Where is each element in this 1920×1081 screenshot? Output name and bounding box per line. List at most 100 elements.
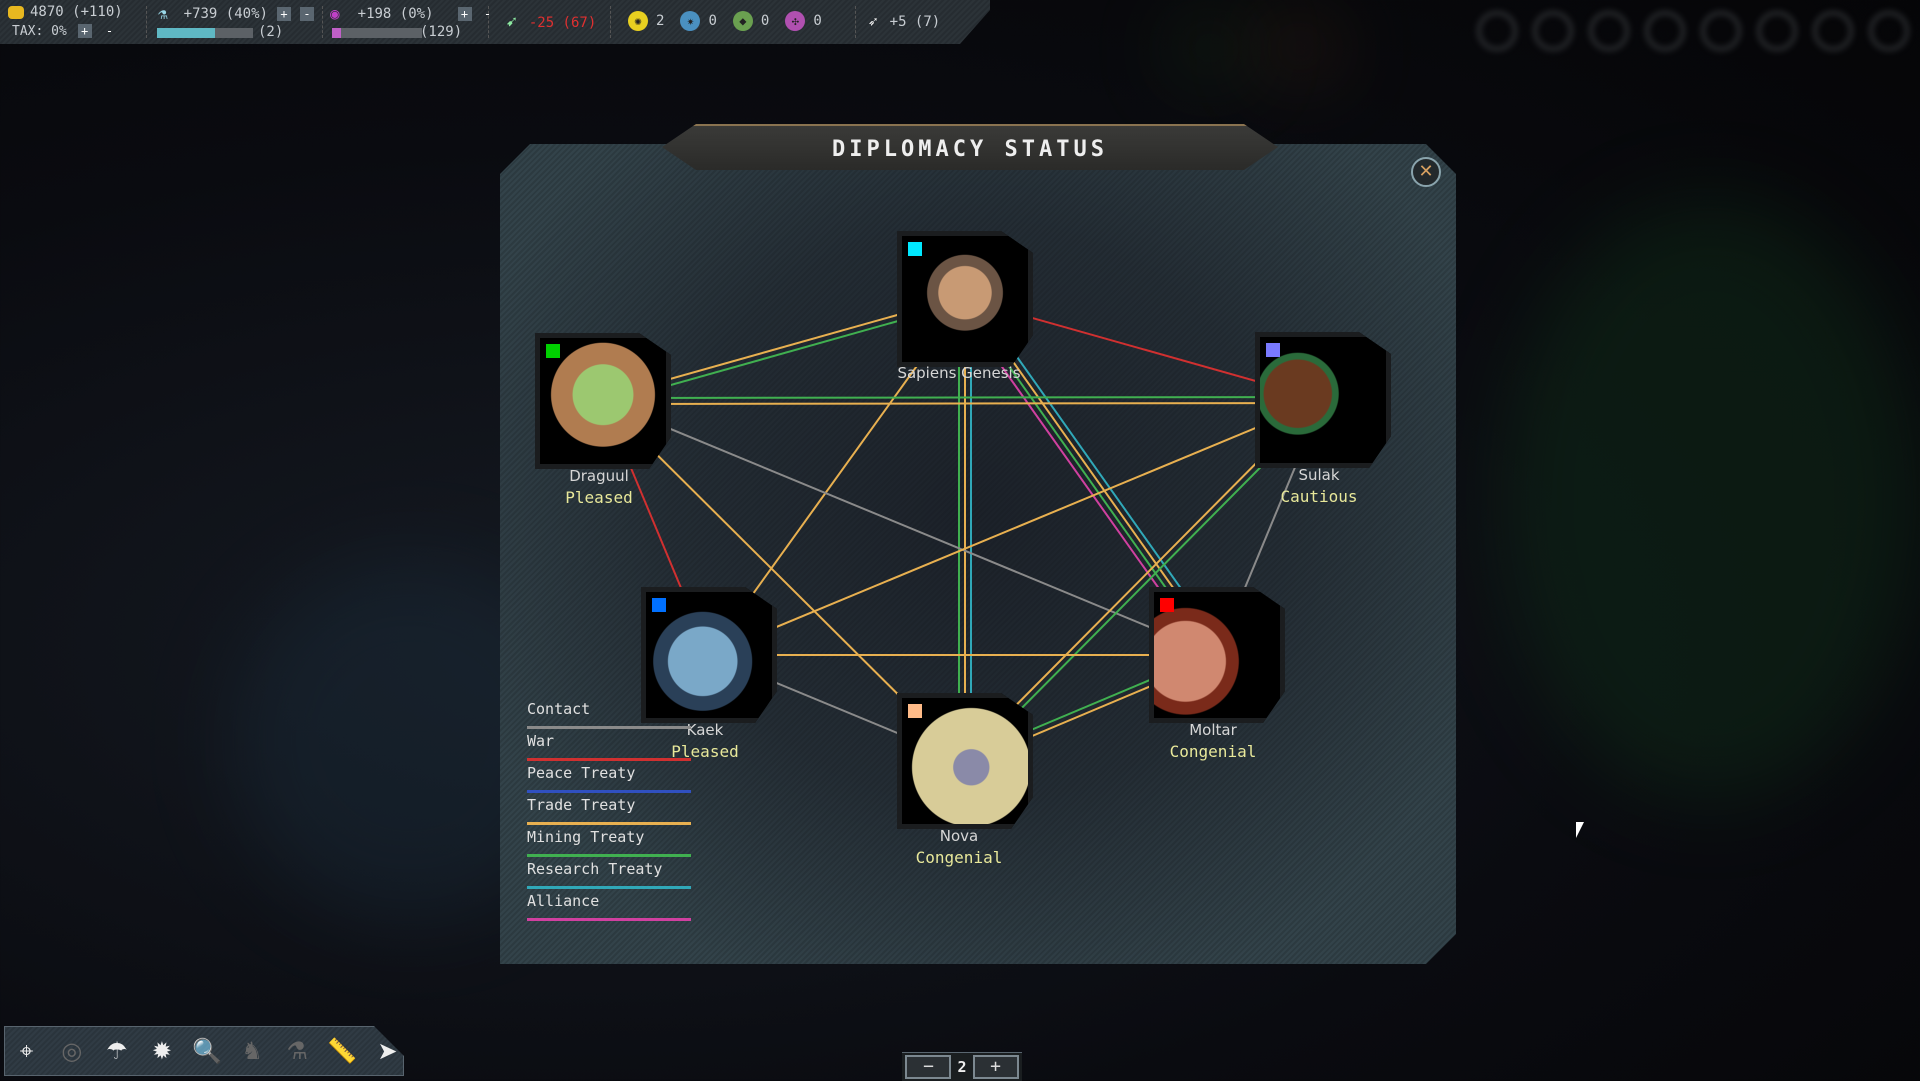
strategic-resources: ✺ 2 ✷ 0 ◆ 0 ✣ 0 — [628, 11, 822, 31]
influence-increase-button[interactable]: + — [457, 6, 472, 21]
menu-button[interactable] — [1532, 10, 1574, 52]
fleet-value: +5 (7) — [889, 13, 941, 30]
legend-line-swatch — [527, 854, 691, 857]
menu-button[interactable] — [1700, 10, 1742, 52]
mouse-cursor — [1576, 822, 1584, 838]
research-resource: ⚗ +739 (40%) + - — [158, 4, 314, 23]
legend-label: Trade Treaty — [527, 796, 636, 814]
location-pin-icon: ⌖ — [19, 1037, 34, 1065]
legend-line-swatch — [527, 918, 691, 921]
menu-button[interactable] — [1756, 10, 1798, 52]
legend-line-swatch — [527, 790, 691, 793]
location-pin-button[interactable]: ⌖ — [11, 1035, 42, 1067]
resource-count: 0 — [708, 13, 717, 29]
legend-label: Alliance — [527, 892, 600, 910]
divider — [855, 6, 856, 38]
empire-name: Nova — [939, 827, 979, 845]
research-flask-icon: ⚗ — [158, 4, 168, 23]
research-value: +739 (40%) — [183, 5, 268, 22]
research-progress-fill — [157, 28, 215, 38]
ruler-button[interactable]: 📏 — [327, 1035, 358, 1067]
empire-name: Moltar — [1189, 721, 1237, 739]
legend-label: Contact — [527, 700, 591, 718]
empire-attitude: Congenial — [915, 848, 1003, 867]
search-icon: 🔍 — [192, 1037, 222, 1065]
empire-portrait-moltar[interactable] — [1149, 587, 1285, 723]
legend-label: Peace Treaty — [527, 764, 636, 782]
chess-knight-button[interactable]: ♞ — [237, 1035, 268, 1067]
next-arrow-button[interactable]: ➤ — [372, 1035, 403, 1067]
legend-label: Research Treaty — [527, 860, 663, 878]
strategic-resource: ✣ 0 — [785, 11, 822, 31]
chess-knight-icon: ♞ — [241, 1037, 263, 1065]
empire-portrait-sulak[interactable] — [1255, 332, 1391, 468]
radar-icon: ◎ — [61, 1037, 83, 1065]
research-increase-button[interactable]: + — [276, 6, 291, 21]
zoom-in-button[interactable]: + — [972, 1055, 1019, 1079]
empire-color-marker — [908, 242, 922, 256]
science-check-button[interactable]: ⚗ — [282, 1035, 313, 1067]
influence-progress-fill — [332, 28, 341, 38]
molecule-resource-icon: ✣ — [785, 11, 806, 31]
empire-portrait-draguul[interactable] — [535, 333, 671, 469]
parachute-drop-button[interactable]: ☂ — [101, 1035, 132, 1067]
divider — [610, 6, 611, 38]
resource-count: 0 — [813, 13, 822, 29]
fleet-resource: ➶ +5 (7) — [868, 12, 940, 31]
top-right-menu — [1476, 10, 1920, 52]
legend-item-trade: Trade Treaty — [527, 796, 692, 828]
research-decrease-button[interactable]: - — [299, 6, 314, 21]
empire-attitude: Congenial — [1169, 742, 1257, 761]
empire-color-marker — [546, 344, 560, 358]
menu-button[interactable] — [1644, 10, 1686, 52]
empire-color-marker — [908, 704, 922, 718]
legend-item-war: War — [527, 732, 692, 764]
legend-item-peace: Peace Treaty — [527, 764, 692, 796]
menu-button[interactable] — [1868, 10, 1910, 52]
empire-color-marker — [1160, 598, 1174, 612]
menu-button[interactable] — [1588, 10, 1630, 52]
legend-line-swatch — [527, 758, 691, 761]
command-value: -25 (67) — [528, 14, 597, 31]
explosion-button[interactable]: ✹ — [146, 1035, 177, 1067]
resource-bar: 4870 (+110) TAX: 0% + - ⚗ +739 (40%) + -… — [0, 0, 990, 44]
credits-coin-icon — [8, 5, 24, 19]
close-button[interactable]: ✕ — [1411, 157, 1441, 187]
influence-resource: ◉ +198 (0%) + - — [330, 4, 495, 23]
empire-name: Draguul — [569, 467, 629, 485]
research-count: (2) — [258, 24, 284, 40]
divider — [322, 6, 323, 38]
empire-attitude: Cautious — [1280, 487, 1358, 506]
strategic-resource: ◆ 0 — [732, 11, 769, 31]
zoom-out-button[interactable]: − — [905, 1055, 952, 1079]
influence-value: +198 (0%) — [357, 5, 434, 22]
influence-count: (129) — [420, 24, 463, 40]
empire-attitude: Pleased — [565, 488, 633, 507]
next-arrow-icon: ➤ — [377, 1037, 398, 1065]
research-progress-bar — [157, 28, 253, 38]
legend-item-alliance: Alliance — [527, 892, 692, 924]
crystal-burst-resource-icon: ✷ — [680, 11, 701, 31]
tax-label: TAX: — [12, 24, 44, 39]
divider — [146, 6, 147, 38]
ruler-icon: 📏 — [327, 1037, 358, 1065]
search-button[interactable]: 🔍 — [191, 1035, 222, 1067]
zoom-control: − 2 + — [902, 1052, 1022, 1081]
bottom-toolbar: ⌖ ◎ ☂ ✹ 🔍 ♞ ⚗ 📏 ➤ — [4, 1026, 404, 1076]
dialog-title-plate: DIPLOMACY STATUS — [662, 124, 1278, 170]
empire-portrait-sapiens[interactable] — [897, 231, 1033, 367]
radar-button[interactable]: ◎ — [56, 1035, 87, 1067]
empire-portrait-nova[interactable] — [897, 693, 1033, 829]
command-resource: ➹ -25 (67) — [506, 12, 596, 33]
tax-decrease-button[interactable]: - — [102, 24, 116, 38]
menu-button[interactable] — [1812, 10, 1854, 52]
resource-count: 2 — [656, 13, 665, 29]
menu-button[interactable] — [1476, 10, 1518, 52]
empire-color-marker — [652, 598, 666, 612]
legend-label: Mining Treaty — [527, 828, 645, 846]
command-ship-icon: ➹ — [506, 12, 517, 33]
credits-resource: 4870 (+110) TAX: 0% + - — [8, 4, 123, 39]
tax-increase-button[interactable]: + — [77, 24, 92, 38]
zoom-level: 2 — [957, 1058, 967, 1076]
explosion-icon: ✹ — [151, 1037, 172, 1065]
